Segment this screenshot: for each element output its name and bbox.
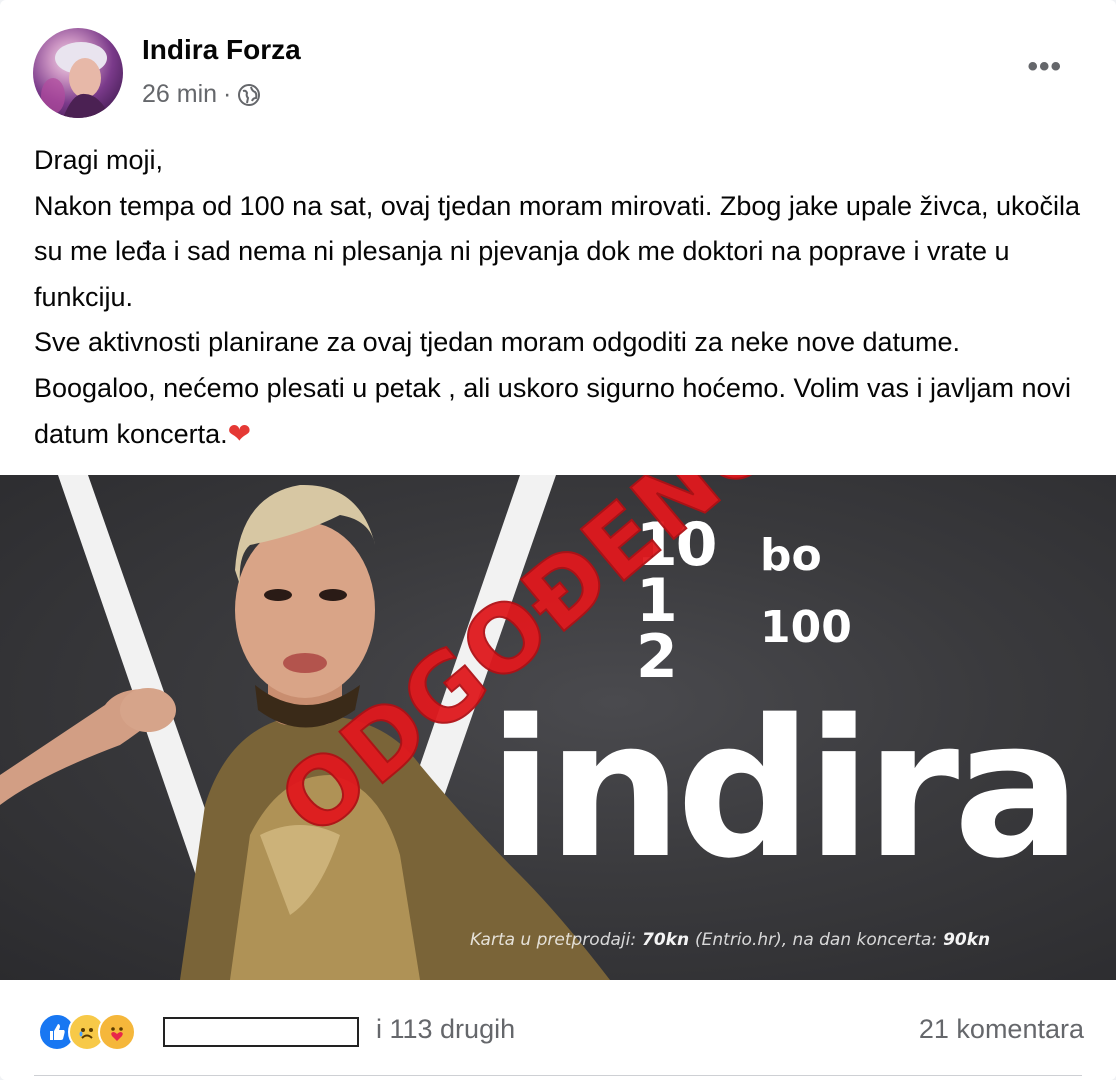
post-image[interactable]: 10 1 2 bo 100 indira ODGOĐENO Karta u pr… xyxy=(0,475,1116,980)
post-meta: 26 min · xyxy=(142,80,261,109)
post-paragraph-1: Dragi moji, xyxy=(34,145,164,175)
avatar-portrait-icon xyxy=(41,42,111,118)
price-door: 90kn xyxy=(943,930,991,950)
heart-icon: ❤ xyxy=(227,418,252,449)
post-footer: i 113 drugih 21 komentara xyxy=(0,980,1116,1080)
poster-date-3: 2 xyxy=(636,622,678,692)
more-options-icon[interactable]: ••• xyxy=(1027,50,1062,84)
author-avatar[interactable] xyxy=(33,28,123,118)
poster-brand: indira xyxy=(488,679,1081,900)
footer-divider xyxy=(34,1075,1082,1076)
care-icon xyxy=(98,1013,136,1051)
globe-icon[interactable] xyxy=(237,83,261,107)
post-paragraph-3-text: Sve aktivnosti planirane za ovaj tjedan … xyxy=(34,327,1072,449)
meta-separator: · xyxy=(223,80,232,108)
post-time[interactable]: 26 min xyxy=(142,80,217,109)
author-name[interactable]: Indira Forza xyxy=(142,34,301,66)
facebook-post: Indira Forza 26 min · ••• Dragi moji, Na… xyxy=(0,0,1116,1080)
price-presale: 70kn xyxy=(642,930,690,950)
poster-venue-top: bo xyxy=(760,530,822,581)
redacted-names xyxy=(163,1017,359,1047)
post-body: Dragi moji, Nakon tempa od 100 na sat, o… xyxy=(34,138,1084,458)
reaction-summary[interactable] xyxy=(38,1011,136,1053)
post-header: Indira Forza 26 min · ••• xyxy=(33,28,1076,120)
poster-venue-bottom: 100 xyxy=(760,602,852,653)
comment-count[interactable]: 21 komentara xyxy=(919,1014,1084,1045)
poster-venue: bo 100 xyxy=(760,530,852,654)
reaction-count[interactable]: i 113 drugih xyxy=(376,1014,515,1045)
price-label: Karta u pretprodaji: xyxy=(470,930,637,950)
post-paragraph-3: Sve aktivnosti planirane za ovaj tjedan … xyxy=(34,320,1084,458)
poster-prices: Karta u pretprodaji: 70kn (Entrio.hr), n… xyxy=(470,930,990,950)
post-paragraph-2: Nakon tempa od 100 na sat, ovaj tjedan m… xyxy=(34,190,1081,312)
price-presale-note: (Entrio.hr), na dan koncerta: xyxy=(695,930,938,950)
